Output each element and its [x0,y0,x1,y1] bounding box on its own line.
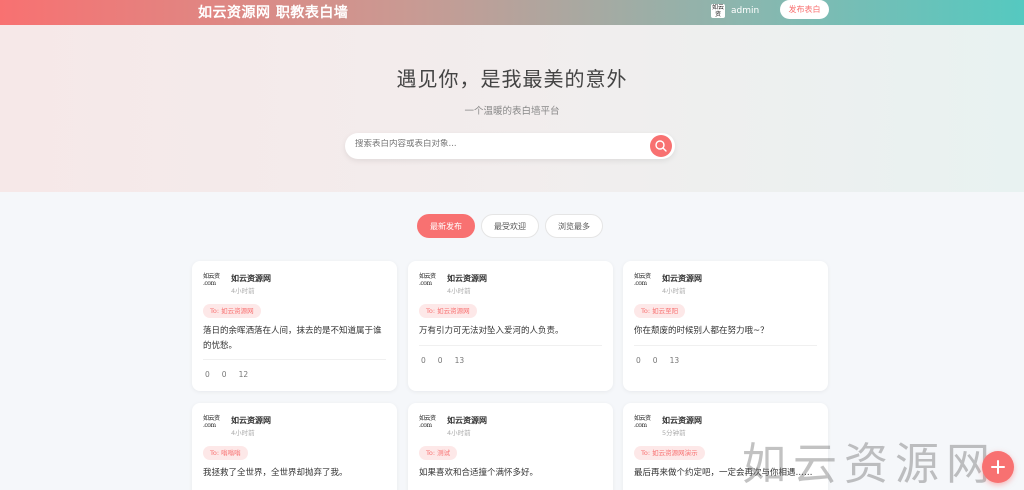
user-avatar[interactable]: 如云资 [711,4,725,18]
hero-subtitle: 一个温暖的表白墙平台 [464,106,560,117]
confession-card[interactable]: 如云资 .com 如云资源网 4小时前 To: 如云资源网 万有引力可无法对坠入… [408,261,613,391]
card-content: 你在颓废的时候别人都在努力哦~？ [634,326,769,336]
card-content: 如果喜欢和合适撞个满怀多好。 [419,468,539,478]
comment-count[interactable]: 0 [222,370,227,379]
tab-latest[interactable]: 最新发布 [417,214,475,238]
card-author: 如云资源网 [662,274,702,283]
card-stats: 0 0 13 [421,356,464,365]
top-nav-bar: 如云资源网 职教表白墙 如云资 admin 发布表白 [0,0,1024,25]
card-author: 如云资源网 [231,416,271,425]
card-author: 如云资源网 [447,416,487,425]
card-time: 4小时前 [447,429,471,437]
tab-popular[interactable]: 最受欢迎 [481,214,539,238]
like-count[interactable]: 0 [636,356,641,365]
card-time: 4小时前 [662,287,686,295]
tab-most-viewed[interactable]: 浏览最多 [545,214,603,238]
avatar: 如云资 .com [203,273,220,287]
recipient-tag: To: 如云资源网演示 [634,446,705,460]
card-author: 如云资源网 [662,416,702,425]
search-icon [655,140,667,152]
sort-tabs: 最新发布 最受欢迎 浏览最多 [417,214,603,238]
card-stats: 0 0 13 [636,356,679,365]
search-bar [345,133,675,159]
floating-action-button[interactable] [982,451,1014,483]
card-divider [634,345,817,346]
recipient-tag: To: 如云资源网 [419,304,477,318]
avatar: 如云资 .com [419,415,436,429]
recipient-tag: To: 嗡嗡嗡 [203,446,248,460]
view-count: 13 [454,356,465,365]
recipient-tag: To: 如云资源网 [203,304,261,318]
card-stats: 0 0 12 [205,370,248,379]
user-menu[interactable]: 如云资 admin [711,4,759,18]
plus-icon [991,460,1005,474]
hero-banner: 遇见你，是我最美的意外 一个温暖的表白墙平台 [0,25,1024,192]
card-author: 如云资源网 [231,274,271,283]
like-count[interactable]: 0 [421,356,426,365]
confession-card[interactable]: 如云资 .com 如云资源网 4小时前 To: 如云资源网 落日的余晖洒落在人间… [192,261,397,391]
avatar: 如云资 .com [419,273,436,287]
card-content: 我拯救了全世界，全世界却抛弃了我。 [203,468,348,478]
search-button[interactable] [650,135,672,157]
avatar: 如云资 .com [203,415,220,429]
confession-card[interactable]: 如云资 .com 如云资源网 5分钟前 To: 如云资源网演示 最后再来做个约定… [623,403,828,490]
search-input[interactable] [355,139,645,149]
card-content: 落日的余晖洒落在人间，抹去的是不知道属于谁的忧愁。 [203,326,382,351]
card-time: 5分钟前 [662,429,686,437]
confession-card[interactable]: 如云资 .com 如云资源网 4小时前 To: 如云至阳 你在颓废的时候别人都在… [623,261,828,391]
comment-count[interactable]: 0 [438,356,443,365]
post-confession-button[interactable]: 发布表白 [780,0,829,19]
avatar: 如云资 .com [634,415,651,429]
card-author: 如云资源网 [447,274,487,283]
confession-card[interactable]: 如云资 .com 如云资源网 4小时前 To: 测试 如果喜欢和合适撞个满怀多好… [408,403,613,490]
card-time: 4小时前 [231,429,255,437]
user-name[interactable]: admin [731,6,759,16]
hero-title: 遇见你，是我最美的意外 [396,67,628,91]
confession-card[interactable]: 如云资 .com 如云资源网 4小时前 To: 嗡嗡嗡 我拯救了全世界，全世界却… [192,403,397,490]
card-divider [203,359,386,360]
recipient-tag: To: 如云至阳 [634,304,686,318]
card-time: 4小时前 [231,287,255,295]
card-content: 最后再来做个约定吧，一定会再次与你相遇…… [634,468,813,478]
view-count: 13 [669,356,680,365]
recipient-tag: To: 测试 [419,446,458,460]
like-count[interactable]: 0 [205,370,210,379]
avatar: 如云资 .com [634,273,651,287]
comment-count[interactable]: 0 [653,356,658,365]
site-brand[interactable]: 如云资源网 职教表白墙 [198,2,348,22]
card-divider [419,345,602,346]
card-time: 4小时前 [447,287,471,295]
card-content: 万有引力可无法对坠入爱河的人负责。 [419,326,564,336]
view-count: 12 [238,370,249,379]
